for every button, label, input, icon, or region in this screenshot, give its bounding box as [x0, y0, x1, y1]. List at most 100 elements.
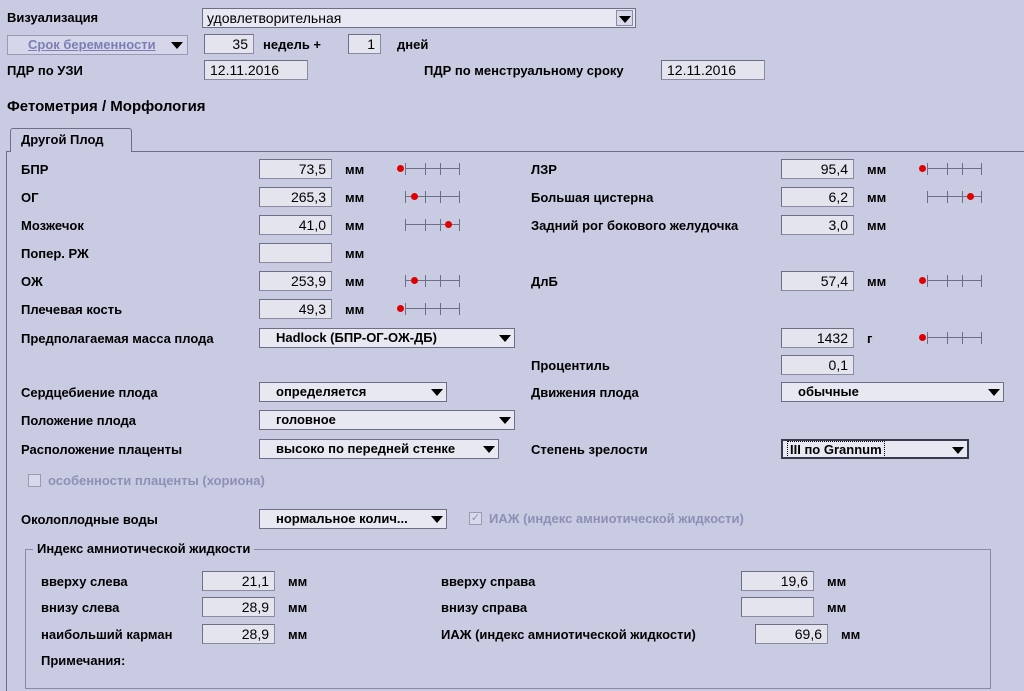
largest-pocket-unit: мм: [288, 627, 308, 642]
scale-line: [405, 168, 460, 169]
femur-scale: [919, 274, 982, 288]
edd-us-field[interactable]: 12.11.2016: [204, 60, 308, 80]
bpd-unit: мм: [345, 162, 365, 177]
femur-field[interactable]: 57,4: [781, 271, 854, 291]
scale-tick: [440, 191, 441, 203]
heartbeat-select[interactable]: определяется: [259, 382, 447, 402]
hc-field[interactable]: 265,3: [259, 187, 332, 207]
fetal-weight-method-select[interactable]: Hadlock (БПР-ОГ-ОЖ-ДБ): [259, 328, 515, 348]
movements-label: Движения плода: [531, 385, 639, 400]
scale-tick: [405, 303, 406, 315]
scale-tick: [440, 219, 441, 231]
femur-label: ДлБ: [531, 274, 558, 289]
bpd-field[interactable]: 73,5: [259, 159, 332, 179]
cerebellum-scale: [405, 218, 460, 232]
tab-other-fetus[interactable]: Другой Плод: [10, 128, 132, 152]
scale-tick: [425, 163, 426, 175]
fetal-weight-scale: [919, 331, 982, 345]
fetal-weight-field[interactable]: 1432: [781, 328, 854, 348]
upper-left-field[interactable]: 21,1: [202, 571, 275, 591]
days-field[interactable]: 1: [348, 34, 381, 54]
afi-checkbox[interactable]: ✓: [469, 512, 482, 525]
ofd-scale: [919, 162, 982, 176]
lower-left-field[interactable]: 28,9: [202, 597, 275, 617]
amniotic-fluid-label: Околоплодные воды: [21, 512, 158, 527]
scale-tick: [981, 191, 982, 203]
maturity-select[interactable]: III по Grannum: [781, 439, 969, 459]
largest-pocket-label: наибольший карман: [41, 627, 173, 642]
ventricle-label: Попер. РЖ: [21, 246, 89, 261]
cerebellum-field[interactable]: 41,0: [259, 215, 332, 235]
lower-right-field[interactable]: [741, 597, 814, 617]
ofd-field[interactable]: 95,4: [781, 159, 854, 179]
scale-tick: [405, 163, 406, 175]
movements-value: обычные: [798, 384, 859, 399]
ventricle-field[interactable]: [259, 243, 332, 263]
hc-unit: мм: [345, 190, 365, 205]
gestation-age-button[interactable]: Срок беременности: [7, 35, 188, 55]
placenta-features-label: особенности плаценты (хориона): [48, 473, 265, 488]
chevron-down-icon: [499, 417, 511, 424]
amniotic-fluid-select[interactable]: нормальное колич...: [259, 509, 447, 529]
indicator-dot: [411, 277, 418, 284]
scale-tick: [962, 332, 963, 344]
chevron-down-icon: [616, 10, 633, 26]
edd-us-label: ПДР по УЗИ: [7, 63, 83, 78]
cisterna-unit: мм: [867, 190, 887, 205]
indicator-dot: [919, 277, 926, 284]
humerus-field[interactable]: 49,3: [259, 299, 332, 319]
maturity-label: Степень зрелости: [531, 442, 648, 457]
scale-tick: [425, 191, 426, 203]
cisterna-field[interactable]: 6,2: [781, 187, 854, 207]
cisterna-label: Большая цистерна: [531, 190, 654, 205]
lower-right-label: внизу справа: [441, 600, 528, 615]
percentile-label: Процентиль: [531, 358, 610, 373]
edd-lmp-label: ПДР по менструальному сроку: [424, 63, 624, 78]
ofd-unit: мм: [867, 162, 887, 177]
scale-tick: [962, 163, 963, 175]
afi-group: [25, 549, 991, 689]
percentile-field[interactable]: 0,1: [781, 355, 854, 375]
scale-tick: [459, 191, 460, 203]
placenta-location-select[interactable]: высоко по передней стенке: [259, 439, 499, 459]
scale-tick: [927, 332, 928, 344]
weeks-unit: недель +: [263, 37, 322, 52]
gestation-age-label: Срок беременности: [28, 37, 156, 52]
section-title: Фетометрия / Морфология: [7, 98, 206, 115]
ac-label: ОЖ: [21, 274, 43, 289]
upper-right-field[interactable]: 19,6: [741, 571, 814, 591]
bpd-label: БПР: [21, 162, 49, 177]
scale-tick: [440, 303, 441, 315]
scale-tick: [962, 191, 963, 203]
hc-scale: [405, 190, 460, 204]
chevron-down-icon: [499, 335, 511, 342]
indicator-dot: [919, 334, 926, 341]
posterior-horn-unit: мм: [867, 218, 887, 233]
fetal-weight-unit: г: [867, 331, 873, 346]
scale-tick: [440, 163, 441, 175]
posterior-horn-field[interactable]: 3,0: [781, 215, 854, 235]
ventricle-unit: мм: [345, 246, 365, 261]
weeks-field[interactable]: 35: [204, 34, 254, 54]
largest-pocket-field[interactable]: 28,9: [202, 624, 275, 644]
check-icon: ✓: [470, 512, 481, 524]
movements-select[interactable]: обычные: [781, 382, 1004, 402]
position-select[interactable]: головное: [259, 410, 515, 430]
placenta-features-checkbox[interactable]: [28, 474, 41, 487]
scale-tick: [405, 275, 406, 287]
afi-field[interactable]: 69,6: [755, 624, 828, 644]
ofd-label: ЛЗР: [531, 162, 557, 177]
ac-field[interactable]: 253,9: [259, 271, 332, 291]
scale-tick: [405, 219, 406, 231]
lower-left-unit: мм: [288, 600, 308, 615]
visualization-label: Визуализация: [7, 10, 99, 25]
edd-lmp-field[interactable]: 12.11.2016: [661, 60, 765, 80]
scale-tick: [947, 191, 948, 203]
upper-right-unit: мм: [827, 574, 847, 589]
upper-left-label: вверху слева: [41, 574, 128, 589]
heartbeat-value: определяется: [276, 384, 367, 399]
scale-tick: [981, 275, 982, 287]
humerus-unit: мм: [345, 302, 365, 317]
visualization-select[interactable]: удовлетворительная: [202, 8, 636, 28]
scale-tick: [981, 332, 982, 344]
